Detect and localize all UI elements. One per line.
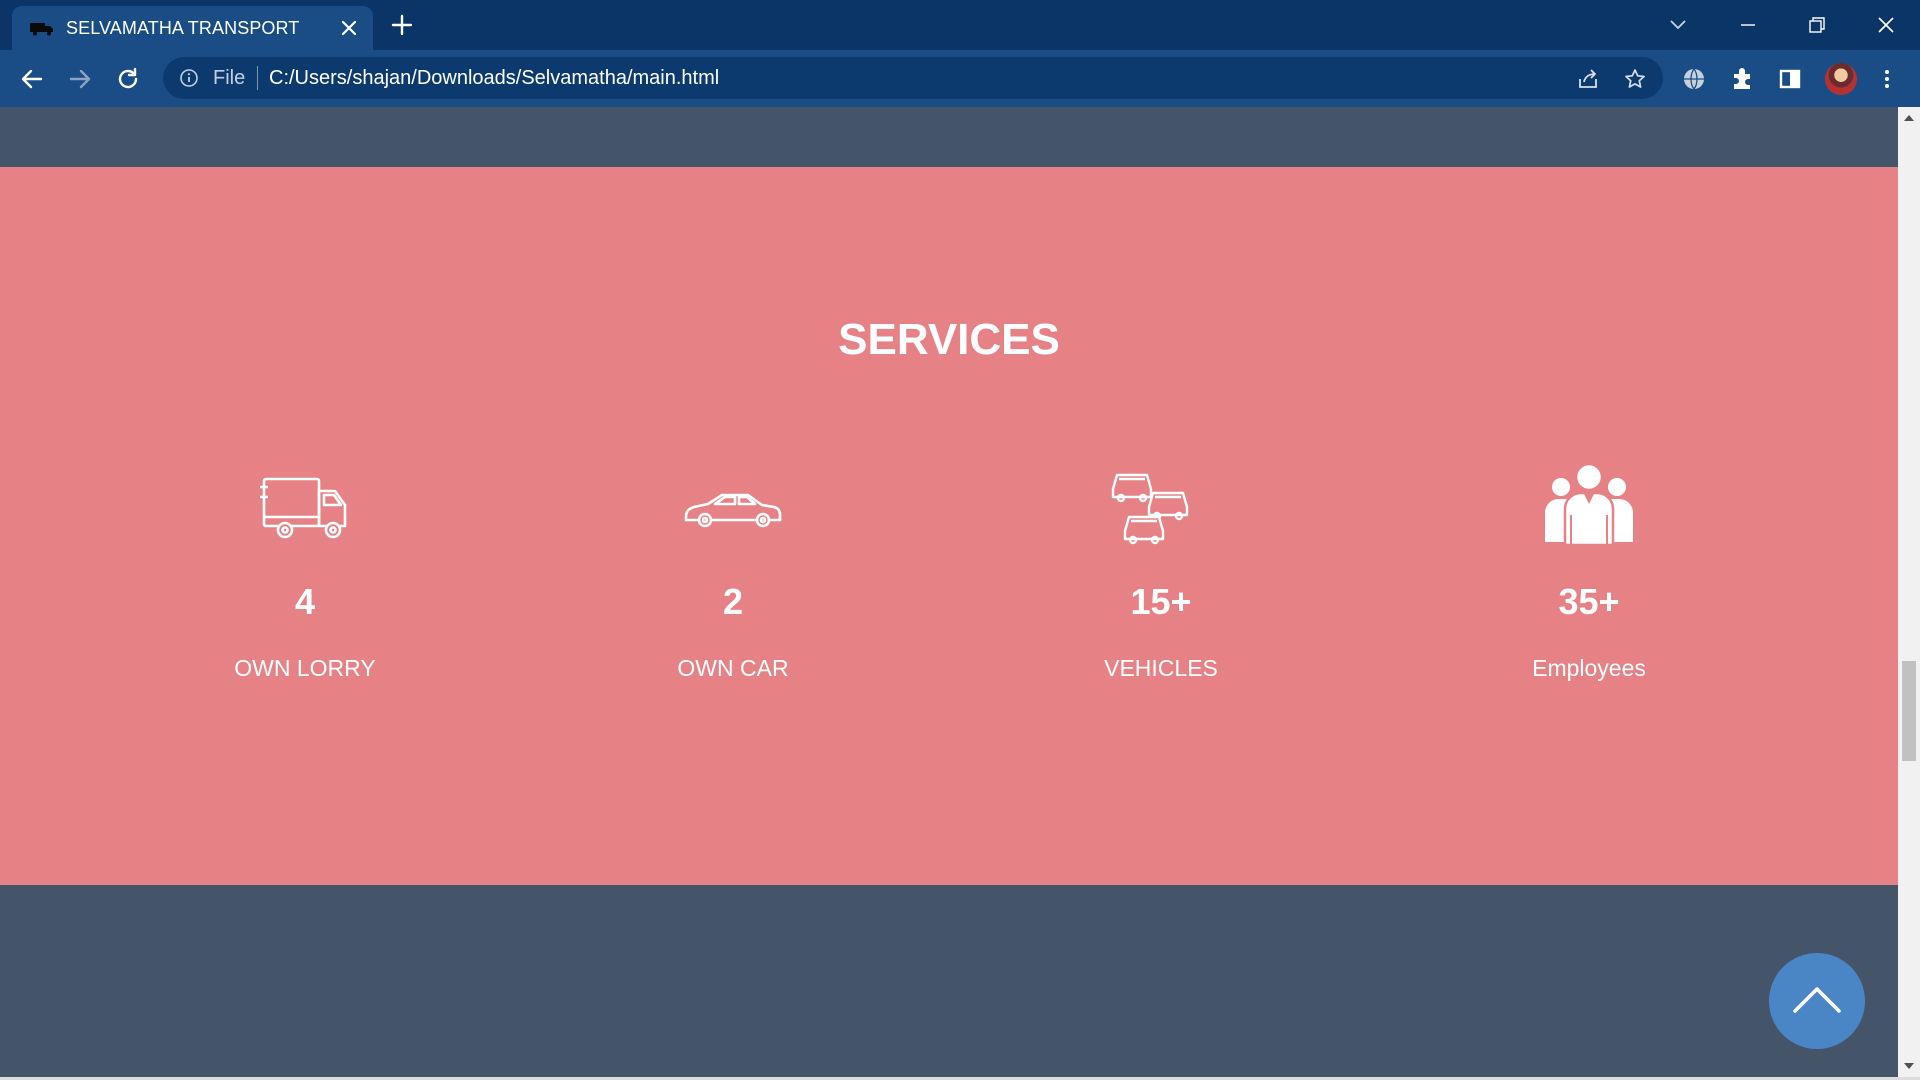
extensions-puzzle-icon[interactable] [1729, 65, 1757, 93]
tab-search-chevron-icon[interactable] [1663, 10, 1693, 40]
stat-employees: 35+ Employees [1409, 457, 1769, 682]
browser-menu-icon[interactable] [1873, 65, 1901, 93]
file-label: File [213, 67, 246, 89]
address-separator [257, 66, 258, 90]
url-text[interactable]: C:/Users/shajan/Downloads/Selvamatha/mai… [269, 67, 719, 90]
browser-tab[interactable]: SELVAMATHA TRANSPORT [12, 6, 373, 50]
globe-extension-icon[interactable] [1680, 65, 1708, 93]
vertical-scrollbar[interactable] [1898, 107, 1920, 1077]
stat-label: OWN CAR [677, 655, 789, 681]
car-icon [684, 493, 782, 528]
browser-toolbar: File C:/Users/shajan/Downloads/Selvamath… [0, 50, 1920, 107]
bookmark-star-icon[interactable] [1623, 67, 1647, 91]
stat-number: 35+ [1558, 581, 1620, 622]
stat-car: 2 OWN CAR [553, 457, 913, 682]
tab-title: SELVAMATHA TRANSPORT [66, 18, 300, 38]
truck-favicon-icon [30, 23, 53, 36]
minimize-icon[interactable] [1733, 10, 1763, 40]
profile-avatar[interactable] [1825, 63, 1857, 95]
side-panel-icon[interactable] [1776, 65, 1804, 93]
chevron-up-icon [1793, 987, 1841, 1013]
vehicles-icon [1111, 473, 1189, 545]
scroll-up-arrow-icon[interactable] [1903, 113, 1915, 123]
page-viewport: SERVICES 4 OWN LORRY 2 OWN CAR 15+ VEHIC… [0, 107, 1898, 1077]
stat-label: Employees [1532, 655, 1646, 681]
stat-number: 2 [722, 581, 744, 622]
forward-icon[interactable] [66, 65, 94, 93]
stat-label: VEHICLES [1104, 655, 1218, 681]
reload-icon[interactable] [114, 65, 142, 93]
services-title: SERVICES [838, 315, 1060, 364]
info-icon[interactable] [179, 68, 199, 88]
close-window-icon[interactable] [1871, 10, 1901, 40]
new-tab-icon[interactable] [389, 12, 415, 38]
scroll-to-top-button[interactable] [1769, 953, 1865, 1049]
stat-number: 4 [294, 581, 316, 622]
tab-strip: SELVAMATHA TRANSPORT [0, 0, 1920, 50]
stat-lorry: 4 OWN LORRY [125, 457, 485, 682]
scrollbar-thumb[interactable] [1902, 661, 1916, 761]
scroll-down-arrow-icon[interactable] [1903, 1061, 1915, 1071]
stat-vehicles: 15+ VEHICLES [981, 457, 1341, 682]
stat-number: 15+ [1130, 581, 1192, 622]
truck-icon [260, 477, 347, 539]
employees-icon [1545, 462, 1633, 547]
stat-label: OWN LORRY [234, 655, 376, 681]
address-bar[interactable]: File C:/Users/shajan/Downloads/Selvamath… [163, 57, 1663, 99]
share-icon[interactable] [1576, 67, 1600, 91]
close-tab-icon[interactable] [337, 16, 361, 40]
back-icon[interactable] [18, 65, 46, 93]
restore-icon[interactable] [1802, 10, 1832, 40]
services-section: SERVICES 4 OWN LORRY 2 OWN CAR 15+ VEHIC… [0, 167, 1898, 885]
